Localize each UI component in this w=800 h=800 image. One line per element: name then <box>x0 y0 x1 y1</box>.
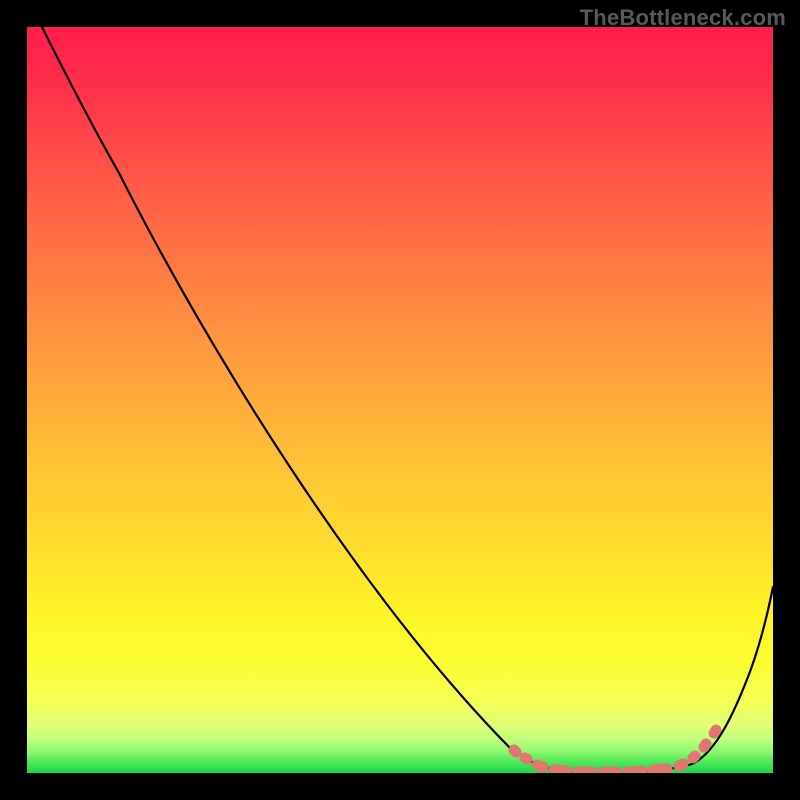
attribution-label: TheBottleneck.com <box>580 5 786 31</box>
gradient-background <box>27 27 773 773</box>
chart-frame: TheBottleneck.com <box>0 0 800 800</box>
bottleneck-curve-chart <box>27 27 773 773</box>
